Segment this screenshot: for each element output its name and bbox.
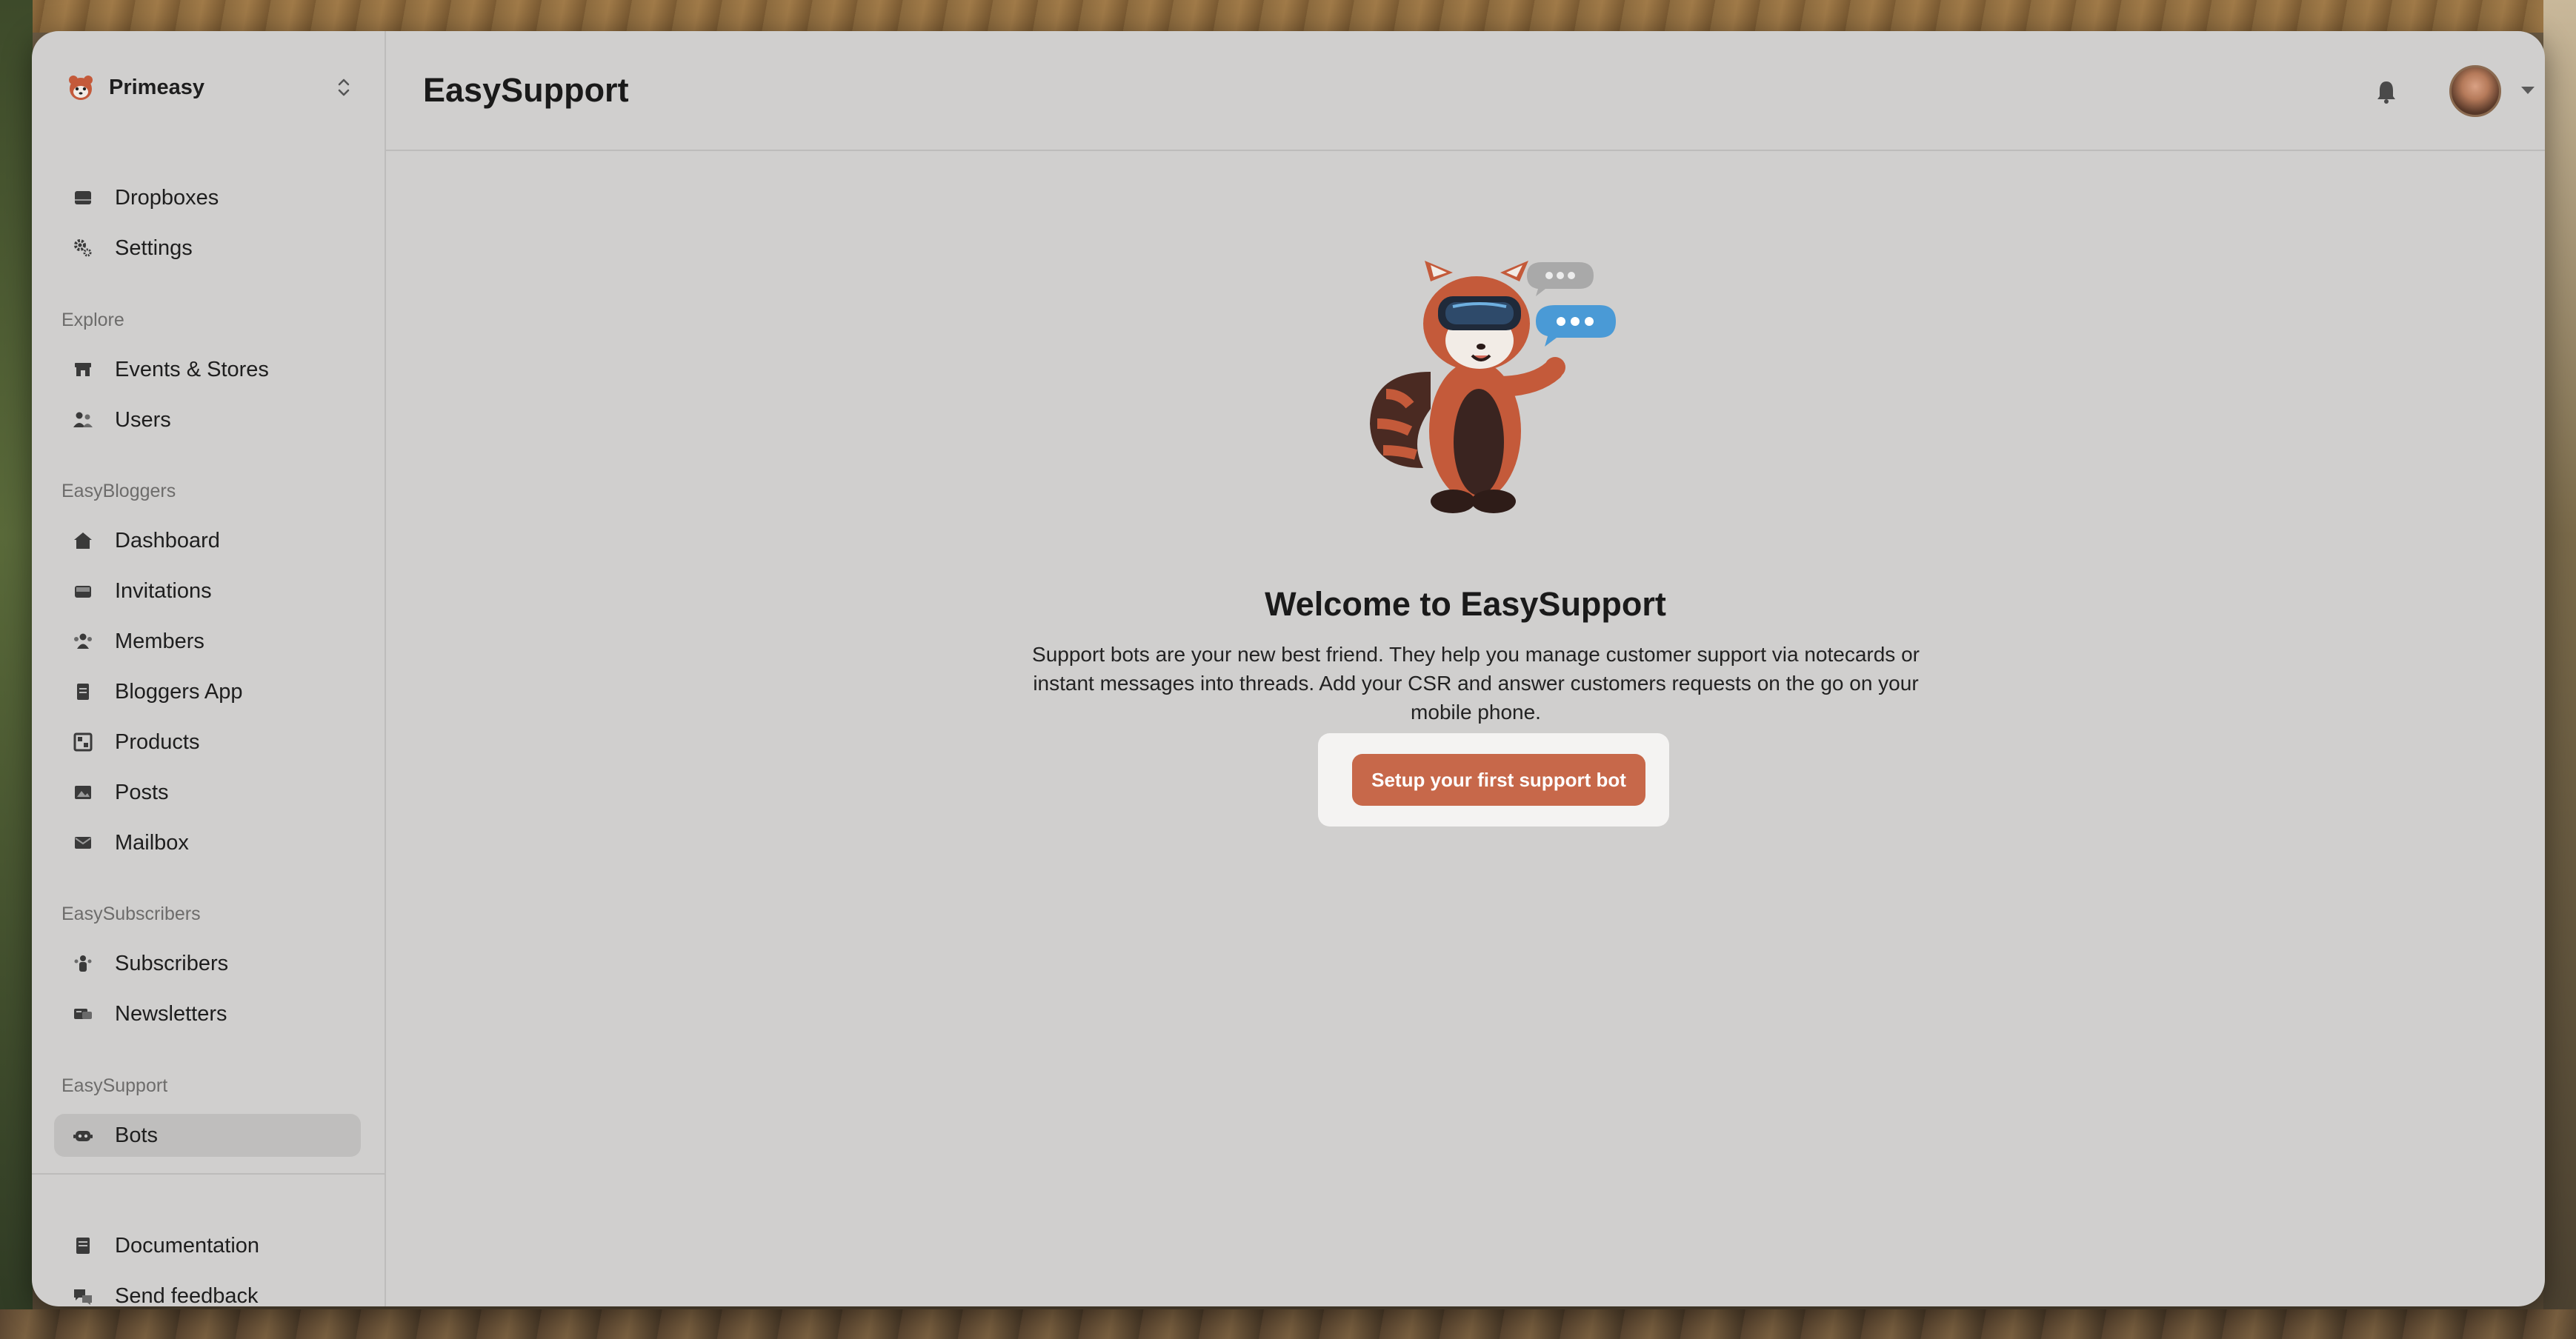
section-label-explore: Explore	[61, 310, 124, 330]
chat-icon	[74, 1289, 92, 1305]
welcome-title: Welcome to EasySupport	[1265, 585, 1666, 623]
sidebar-item-bots[interactable]: Bots	[54, 1114, 361, 1157]
sidebar-item-label: Posts	[115, 780, 169, 804]
sidebar-item-send-feedback[interactable]: Send feedback	[54, 1275, 361, 1306]
inbox-icon	[75, 586, 91, 598]
sidebar-item-dashboard[interactable]: Dashboard	[54, 519, 361, 562]
sidebar-item-label: Send feedback	[115, 1283, 259, 1307]
sidebar: Primeasy Dropboxes Settings Explore Even…	[32, 31, 386, 1306]
sidebar-item-newsletters[interactable]: Newsletters	[54, 992, 361, 1035]
sidebar-item-label: Settings	[115, 236, 193, 260]
sidebar-item-dropboxes[interactable]: Dropboxes	[54, 176, 361, 219]
book-icon	[76, 1238, 90, 1254]
subscribers-icon	[74, 955, 92, 972]
welcome-description: Support bots are your new best friend. T…	[1032, 643, 1920, 724]
dropbox-icon	[75, 191, 91, 204]
sidebar-item-documentation[interactable]: Documentation	[54, 1224, 361, 1267]
sidebar-item-label: Mailbox	[115, 830, 189, 855]
red-panda-logo-icon	[69, 76, 93, 100]
page-title: EasySupport	[423, 71, 629, 109]
chevron-down-icon[interactable]	[2520, 84, 2536, 96]
sidebar-item-label: Events & Stores	[115, 357, 269, 381]
sidebar-item-posts[interactable]: Posts	[54, 771, 361, 814]
users-icon	[73, 412, 93, 427]
background-left	[0, 0, 33, 1339]
sidebar-item-bloggers-app[interactable]: Bloggers App	[54, 670, 361, 713]
bot-icon	[73, 1131, 93, 1141]
sidebar-item-label: Invitations	[115, 578, 212, 603]
sidebar-item-label: Subscribers	[115, 951, 229, 975]
cta-highlight: Setup your first support bot	[1318, 733, 1669, 827]
newsletter-icon	[74, 1009, 92, 1019]
sidebar-item-events-stores[interactable]: Events & Stores	[54, 348, 361, 391]
workspace-switcher[interactable]: Primeasy	[66, 70, 355, 105]
red-panda-vr-illustration	[1370, 261, 1616, 513]
sidebar-item-label: Dashboard	[115, 528, 220, 552]
sidebar-item-subscribers[interactable]: Subscribers	[54, 942, 361, 985]
sidebar-divider	[32, 1173, 386, 1175]
section-label-easybloggers: EasyBloggers	[61, 481, 176, 501]
sidebar-item-mailbox[interactable]: Mailbox	[54, 821, 361, 864]
topbar: EasySupport	[386, 31, 2545, 151]
mail-icon	[75, 837, 91, 849]
store-icon	[75, 363, 91, 376]
workspace-name: Primeasy	[109, 75, 204, 99]
sidebar-item-label: Members	[115, 629, 204, 653]
sidebar-item-members[interactable]: Members	[54, 620, 361, 663]
sidebar-item-users[interactable]: Users	[54, 398, 361, 441]
avatar[interactable]	[2449, 65, 2501, 117]
home-icon	[74, 532, 92, 549]
background-bottom	[0, 1309, 2576, 1339]
document-icon	[77, 684, 89, 700]
sidebar-item-label: Dropboxes	[115, 185, 219, 210]
gear-icon	[74, 239, 92, 257]
chevron-up-down-icon	[338, 79, 350, 96]
sidebar-item-products[interactable]: Products	[54, 721, 361, 764]
products-icon	[73, 732, 93, 752]
main-content: EasySupport Welcome to EasySupport Suppo…	[386, 31, 2545, 1306]
sidebar-item-label: Products	[115, 729, 200, 754]
sidebar-item-label: Bloggers App	[115, 679, 243, 704]
background-right	[2543, 0, 2576, 1339]
app-window: Primeasy Dropboxes Settings Explore Even…	[32, 31, 2545, 1306]
sidebar-item-label: Newsletters	[115, 1001, 227, 1026]
members-icon	[74, 633, 92, 649]
background-top	[0, 0, 2576, 33]
sidebar-item-label: Bots	[115, 1123, 159, 1147]
section-label-easysubscribers: EasySubscribers	[61, 904, 201, 924]
sidebar-item-label: Users	[115, 407, 171, 432]
section-label-easysupport: EasySupport	[61, 1075, 168, 1096]
setup-support-bot-button[interactable]: Setup your first support bot	[1352, 754, 1645, 806]
sidebar-item-settings[interactable]: Settings	[54, 227, 361, 270]
image-icon	[75, 786, 91, 799]
sidebar-item-invitations[interactable]: Invitations	[54, 570, 361, 612]
bell-icon[interactable]	[2374, 77, 2399, 107]
sidebar-item-label: Documentation	[115, 1233, 260, 1258]
